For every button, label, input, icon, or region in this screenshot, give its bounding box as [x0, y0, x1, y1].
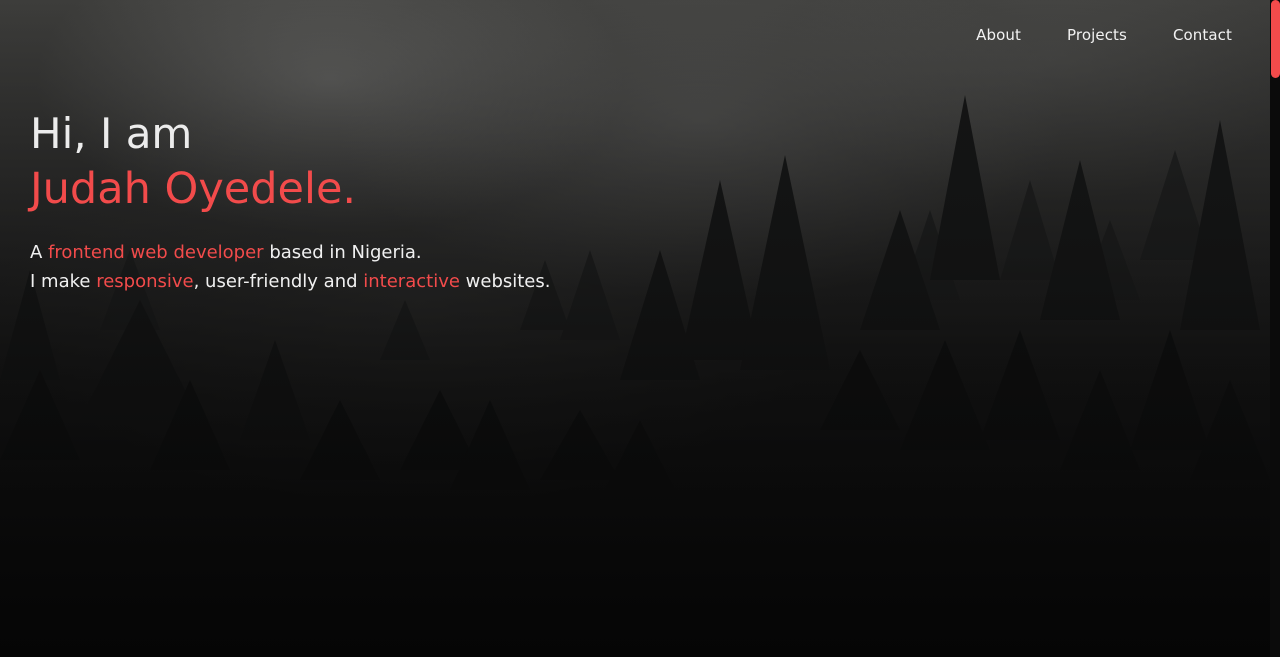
line1-suffix: based in Nigeria.	[263, 242, 422, 263]
line2-suffix: websites.	[459, 271, 551, 292]
line2-prefix: I make	[30, 271, 97, 292]
interactive-highlight: interactive	[363, 271, 460, 292]
hero-greeting: Hi, I am	[30, 109, 193, 158]
main-nav: About Projects Contact	[976, 26, 1232, 44]
scrollbar-thumb[interactable]	[1271, 0, 1280, 78]
hero-description-line-1: A frontend web developer based in Nigeri…	[30, 238, 550, 267]
portfolio-page: About Projects Contact Hi, I am Judah Oy…	[0, 0, 1280, 657]
nav-link-about[interactable]: About	[976, 26, 1021, 44]
responsive-highlight: responsive	[96, 271, 194, 292]
hero-name: Judah Oyedele.	[30, 164, 357, 214]
line1-prefix: A	[30, 242, 49, 263]
line2-middle: , user-friendly and	[193, 271, 364, 292]
nav-link-projects[interactable]: Projects	[1067, 26, 1127, 44]
nav-link-contact[interactable]: Contact	[1173, 26, 1232, 44]
role-highlight: frontend web developer	[48, 242, 264, 263]
hero-intro: Hi, I am Judah Oyedele. A frontend web d…	[30, 108, 550, 296]
forest-silhouette-image	[0, 0, 1270, 657]
hero-description: A frontend web developer based in Nigeri…	[30, 238, 550, 296]
hero-description-line-2: I make responsive, user-friendly and int…	[30, 267, 550, 296]
page-scrollbar[interactable]	[1270, 0, 1280, 657]
